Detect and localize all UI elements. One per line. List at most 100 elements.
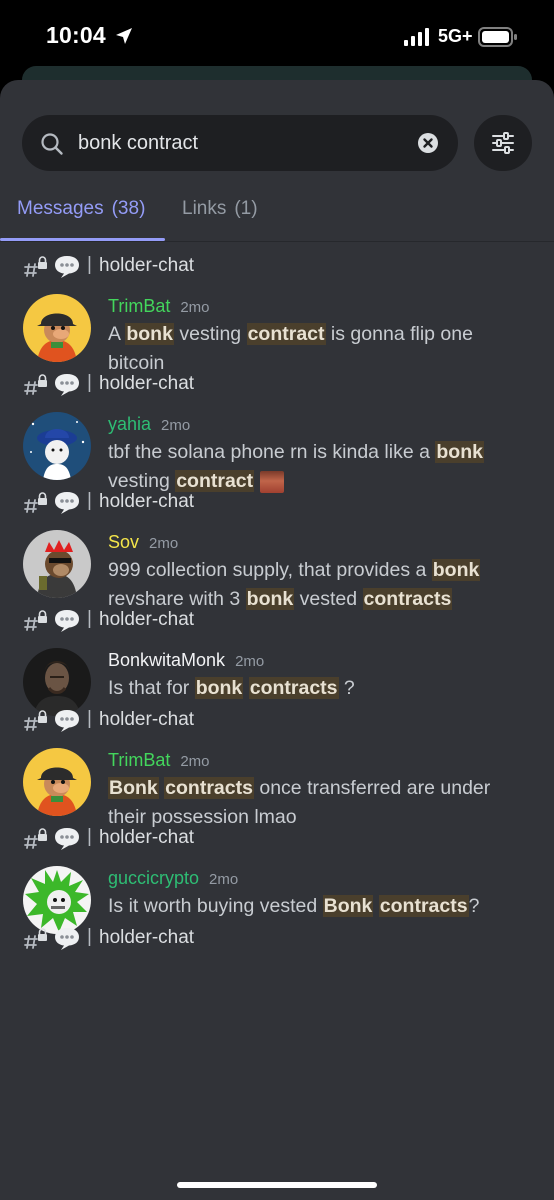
search-match-highlight: contracts xyxy=(248,677,339,699)
author-line: BonkwitaMonk 2mo xyxy=(108,640,530,674)
search-result[interactable]: | holder-chat TrimBat 2mo Bonk contracts o… xyxy=(0,704,554,828)
message[interactable]: yahia 2mo tbf the solana phone rn is kinda… xyxy=(0,404,554,496)
search-match-highlight: contracts xyxy=(164,777,254,799)
author-name[interactable]: yahia xyxy=(108,414,151,434)
channel-separator: | xyxy=(87,926,92,947)
message-content: Is it worth buying vested Bonk contracts… xyxy=(108,892,530,921)
active-tab-indicator xyxy=(0,238,165,241)
message-text xyxy=(373,895,378,917)
message-text: ? xyxy=(468,895,480,917)
channel-header[interactable]: | holder-chat xyxy=(0,822,554,858)
tab-links-label: Links xyxy=(182,198,227,219)
locked-channel-icon xyxy=(24,710,47,731)
speech-bubble-icon xyxy=(55,256,79,278)
message[interactable]: TrimBat 2mo Bonk contracts once transferre… xyxy=(0,740,554,832)
message[interactable]: Sov 2mo 999 collection supply, that provid… xyxy=(0,522,554,614)
tab-messages[interactable]: Messages (38) xyxy=(17,198,165,242)
speech-bubble-icon xyxy=(55,928,79,950)
channel-separator: | xyxy=(87,490,92,511)
channel-header[interactable]: | holder-chat xyxy=(0,368,554,404)
channel-header[interactable]: | holder-chat xyxy=(0,922,554,958)
sliders-icon xyxy=(492,132,514,154)
home-indicator xyxy=(177,1182,377,1188)
avatar[interactable] xyxy=(23,530,91,598)
locked-channel-icon xyxy=(24,492,47,513)
status-time: 10:04 xyxy=(46,22,106,48)
search-match-highlight: Bonk xyxy=(108,777,159,799)
channel-name: holder-chat xyxy=(99,491,195,512)
channel-name: holder-chat xyxy=(99,609,195,630)
search-result[interactable]: | holder-chat yahia 2mo tbf the solana pho… xyxy=(0,368,554,493)
tab-links-count: (1) xyxy=(234,198,258,219)
channel-header[interactable]: | holder-chat xyxy=(0,250,554,286)
search-input[interactable] xyxy=(78,115,398,171)
message[interactable]: TrimBat 2mo A bonk vesting contract is gon… xyxy=(0,286,554,378)
message-time: 2mo xyxy=(180,299,210,316)
channel-name: holder-chat xyxy=(99,255,195,276)
author-name[interactable]: guccicrypto xyxy=(108,868,199,888)
channel-name: holder-chat xyxy=(99,927,195,948)
locked-channel-icon xyxy=(24,610,47,631)
message-text: tbf the solana phone rn is kinda like a xyxy=(108,441,436,463)
author-name[interactable]: TrimBat xyxy=(108,296,170,316)
message-content: Is that for bonk contracts ? xyxy=(108,674,530,703)
channel-header[interactable]: | holder-chat xyxy=(0,486,554,522)
author-line: TrimBat 2mo xyxy=(108,286,530,320)
channel-header[interactable]: | holder-chat xyxy=(0,604,554,640)
network-type: 5G+ xyxy=(438,26,473,46)
search-match-highlight: Bonk xyxy=(322,895,374,917)
search-sheet: Messages (38) Links (1) | holder-chat Trim… xyxy=(0,80,554,1200)
search-bar[interactable] xyxy=(22,115,458,171)
locked-channel-icon xyxy=(24,374,47,395)
speech-bubble-icon xyxy=(55,492,79,514)
channel-separator: | xyxy=(87,254,92,275)
channel-header[interactable]: | holder-chat xyxy=(0,704,554,740)
speech-bubble-icon xyxy=(55,828,79,850)
author-name[interactable]: Sov xyxy=(108,532,139,552)
message-time: 2mo xyxy=(235,653,265,670)
avatar[interactable] xyxy=(23,294,91,362)
channel-separator: | xyxy=(87,372,92,393)
message-time: 2mo xyxy=(209,871,239,888)
author-name[interactable]: TrimBat xyxy=(108,750,170,770)
clear-search-icon[interactable] xyxy=(418,133,438,153)
search-icon xyxy=(41,133,63,155)
search-result[interactable]: | holder-chat Sov 2mo 999 collection suppl… xyxy=(0,486,554,610)
speech-bubble-icon xyxy=(55,374,79,396)
author-line: yahia 2mo xyxy=(108,404,530,438)
message-text: A xyxy=(108,323,126,345)
filter-button[interactable] xyxy=(474,115,532,171)
message-text: Is it worth buying vested xyxy=(108,895,323,917)
search-result[interactable]: | holder-chat xyxy=(0,922,554,962)
message-text: vesting xyxy=(173,323,247,345)
message-time: 2mo xyxy=(149,535,179,552)
message-time: 2mo xyxy=(161,417,191,434)
search-match-highlight: bonk xyxy=(125,323,174,345)
tab-messages-label: Messages xyxy=(17,198,104,219)
search-result[interactable]: | holder-chat TrimBat 2mo A bonk vesting c… xyxy=(0,250,554,374)
search-match-highlight: contracts xyxy=(378,895,469,917)
author-line: TrimBat 2mo xyxy=(108,740,530,774)
tab-links[interactable]: Links (1) xyxy=(182,198,258,242)
search-match-highlight: bonk xyxy=(435,441,484,463)
locked-channel-icon xyxy=(24,256,47,277)
speech-bubble-icon xyxy=(55,710,79,732)
author-line: guccicrypto 2mo xyxy=(108,858,530,892)
channel-separator: | xyxy=(87,608,92,629)
author-name[interactable]: BonkwitaMonk xyxy=(108,650,225,670)
search-match-highlight: bonk xyxy=(431,559,481,581)
cellular-signal-icon xyxy=(404,28,429,46)
channel-separator: | xyxy=(87,708,92,729)
channel-name: holder-chat xyxy=(99,709,195,730)
status-bar: 10:04 5G+ xyxy=(0,0,554,72)
message-text: ? xyxy=(338,677,355,699)
message-time: 2mo xyxy=(180,753,210,770)
result-tabs: Messages (38) Links (1) xyxy=(0,188,554,242)
tab-messages-count: (38) xyxy=(111,198,146,219)
search-result[interactable]: | holder-chat BonkwitaMonk 2mo Is that for… xyxy=(0,604,554,716)
channel-name: holder-chat xyxy=(99,373,195,394)
avatar[interactable] xyxy=(23,748,91,816)
avatar[interactable] xyxy=(23,412,91,480)
locked-channel-icon xyxy=(24,828,47,849)
search-result[interactable]: | holder-chat guccicrypto 2mo Is it worth … xyxy=(0,822,554,934)
